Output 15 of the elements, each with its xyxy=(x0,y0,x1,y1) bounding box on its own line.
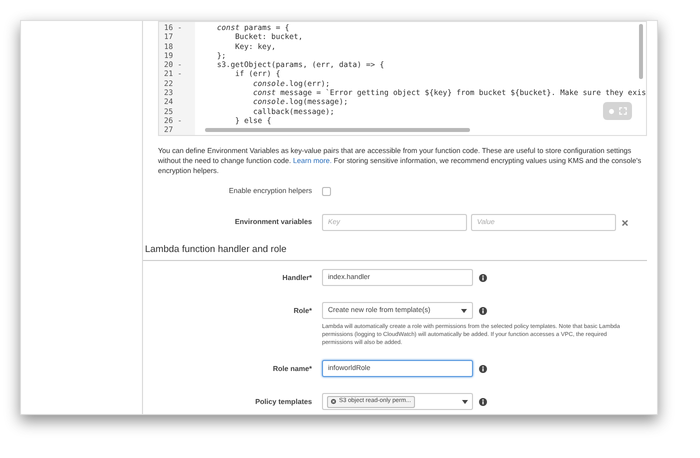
horizontal-scrollbar[interactable] xyxy=(204,128,470,132)
section-heading: Lambda function handler and role xyxy=(142,243,647,262)
caret-icon xyxy=(462,400,468,404)
info-icon[interactable] xyxy=(478,364,487,373)
remove-icon[interactable] xyxy=(330,399,336,404)
close-icon[interactable] xyxy=(622,220,628,226)
info-icon[interactable] xyxy=(478,274,487,282)
caret-icon xyxy=(460,308,467,313)
code-editor[interactable] xyxy=(158,21,647,136)
vertical-scrollbar[interactable] xyxy=(639,24,643,79)
info-icon[interactable] xyxy=(478,398,487,406)
settings-icon xyxy=(608,108,615,114)
expand-icon xyxy=(619,107,627,115)
checkbox[interactable] xyxy=(322,186,331,196)
info-icon[interactable] xyxy=(478,306,487,315)
